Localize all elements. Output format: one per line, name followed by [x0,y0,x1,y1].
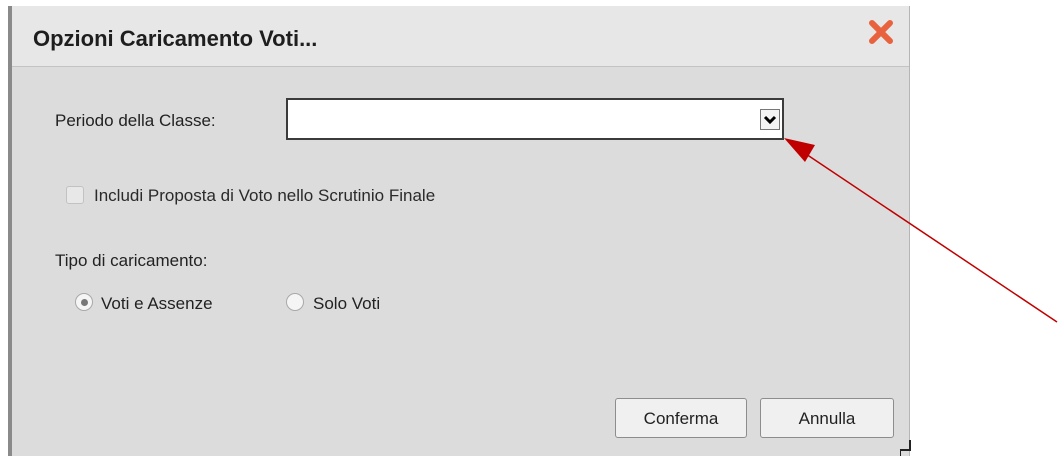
radio-selected-dot [81,299,88,306]
chevron-down-icon[interactable] [760,109,780,130]
cancel-button[interactable]: Annulla [760,398,894,438]
close-icon[interactable] [868,19,894,45]
dialog-titlebar[interactable]: Opzioni Caricamento Voti... [12,6,909,67]
dialog: Opzioni Caricamento Voti... Periodo dell… [8,6,910,456]
periodo-select[interactable] [286,98,784,140]
radio-solo-voti[interactable] [286,293,304,311]
radio-voti-assenze-label: Voti e Assenze [101,294,213,313]
periodo-label: Periodo della Classe: [55,111,216,130]
radio-solo-voti-label: Solo Voti [313,294,381,313]
includi-proposta-checkbox[interactable] [66,186,84,204]
radio-voti-assenze[interactable] [75,293,93,311]
tipo-caricamento-label: Tipo di caricamento: [55,251,208,270]
resize-grip-icon[interactable] [900,440,912,456]
confirm-button[interactable]: Conferma [615,398,747,438]
includi-proposta-label: Includi Proposta di Voto nello Scrutinio… [94,186,436,205]
dialog-title: Opzioni Caricamento Voti... [33,26,318,51]
